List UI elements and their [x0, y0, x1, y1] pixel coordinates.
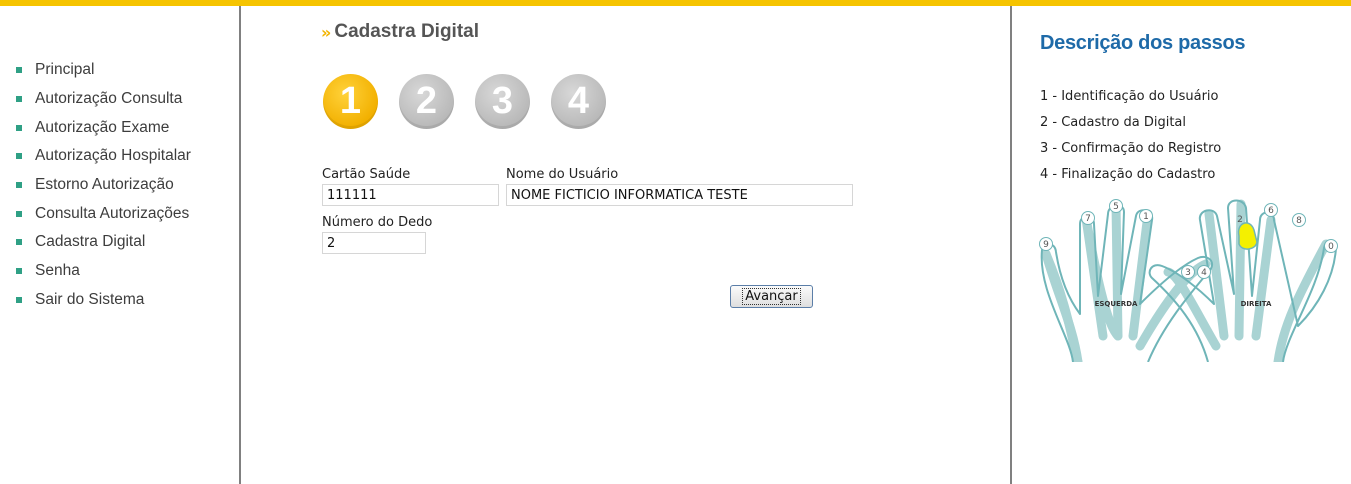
sidebar-item-label: Principal — [35, 61, 95, 79]
finger-number: 9 — [1043, 240, 1049, 250]
step-description-item: 2 - Cadastro da Digital — [1040, 115, 1187, 130]
finger-number: 7 — [1085, 214, 1091, 224]
bullet-icon — [16, 239, 22, 246]
sidebar-item-autorizacao-exame[interactable]: Autorização Exame — [16, 113, 226, 142]
page-title: Cadastra Digital — [334, 21, 479, 42]
bullet-icon — [16, 296, 22, 303]
finger-number: 5 — [1113, 202, 1119, 212]
sidebar-item-label: Estorno Autorização — [35, 176, 174, 194]
bullet-icon — [16, 96, 22, 103]
sidebar-item-principal[interactable]: Principal — [16, 56, 226, 85]
sidebar-item-label: Sair do Sistema — [35, 290, 145, 308]
numero-dedo-label: Número do Dedo — [322, 215, 433, 230]
finger-number: 4 — [1201, 268, 1207, 278]
step-4-circle: 4 — [551, 74, 606, 129]
step-3-circle: 3 — [475, 74, 530, 129]
finger-number: 8 — [1296, 216, 1302, 226]
finger-number: 6 — [1268, 206, 1274, 216]
sidebar-item-label: Cadastra Digital — [35, 233, 146, 251]
bullet-icon — [16, 182, 22, 189]
avancar-button-label: Avançar — [742, 288, 801, 305]
double-chevron-right-icon: » — [321, 22, 331, 42]
cartao-saude-field[interactable] — [322, 184, 499, 206]
step-description-item: 3 - Confirmação do Registro — [1040, 141, 1222, 156]
sidebar-item-consulta-autorizacoes[interactable]: Consulta Autorizações — [16, 199, 226, 228]
bullet-icon — [16, 268, 22, 275]
page-title-row: » Cadastra Digital — [321, 21, 479, 43]
sidebar-item-label: Autorização Consulta — [35, 90, 183, 108]
nome-usuario-label: Nome do Usuário — [506, 167, 619, 182]
finger-number: 0 — [1328, 242, 1334, 252]
sidebar-item-autorizacao-hospitalar[interactable]: Autorização Hospitalar — [16, 142, 226, 171]
main-content: » Cadastra Digital 1 2 3 4 Cartão Saúde … — [241, 6, 1010, 484]
left-hand-label: ESQUERDA — [1095, 300, 1138, 308]
highlighted-finger — [1237, 222, 1258, 250]
sidebar-item-label: Autorização Hospitalar — [35, 147, 191, 165]
step-2-circle: 2 — [399, 74, 454, 129]
finger-number: 2 — [1237, 215, 1243, 225]
sidebar-item-label: Consulta Autorizações — [35, 204, 190, 222]
nome-usuario-field[interactable] — [506, 184, 853, 206]
finger-number: 3 — [1185, 268, 1191, 278]
right-hand-label: DIREITA — [1241, 300, 1272, 308]
sidebar-item-autorizacao-consulta[interactable]: Autorização Consulta — [16, 85, 226, 114]
step-description-item: 1 - Identificação do Usuário — [1040, 89, 1219, 104]
cartao-saude-label: Cartão Saúde — [322, 167, 411, 182]
step-1-circle: 1 — [323, 74, 378, 129]
steps-description-panel: Descrição dos passos 1 - Identificação d… — [1012, 6, 1351, 484]
step-description-item: 4 - Finalização do Cadastro — [1040, 167, 1216, 182]
sidebar-item-label: Senha — [35, 262, 80, 280]
sidebar-item-label: Autorização Exame — [35, 118, 170, 136]
bullet-icon — [16, 124, 22, 131]
bullet-icon — [16, 67, 22, 74]
sidebar-item-estorno-autorizacao[interactable]: Estorno Autorização — [16, 171, 226, 200]
sidebar-item-cadastra-digital[interactable]: Cadastra Digital — [16, 228, 226, 257]
sidebar-item-senha[interactable]: Senha — [16, 257, 226, 286]
bullet-icon — [16, 153, 22, 160]
numero-dedo-field[interactable] — [322, 232, 426, 254]
sidebar-item-sair-do-sistema[interactable]: Sair do Sistema — [16, 286, 226, 315]
hands-finger-map: 9 7 5 1 3 4 2 6 8 0 ESQUERDA DIREITA — [1039, 199, 1338, 362]
finger-number: 1 — [1143, 212, 1149, 222]
step-indicator: 1 2 3 4 — [323, 74, 627, 129]
sidebar-nav: Principal Autorização Consulta Autorizaç… — [16, 56, 226, 314]
bullet-icon — [16, 210, 22, 217]
avancar-button[interactable]: Avançar — [730, 285, 813, 308]
steps-description-title: Descrição dos passos — [1040, 32, 1246, 54]
